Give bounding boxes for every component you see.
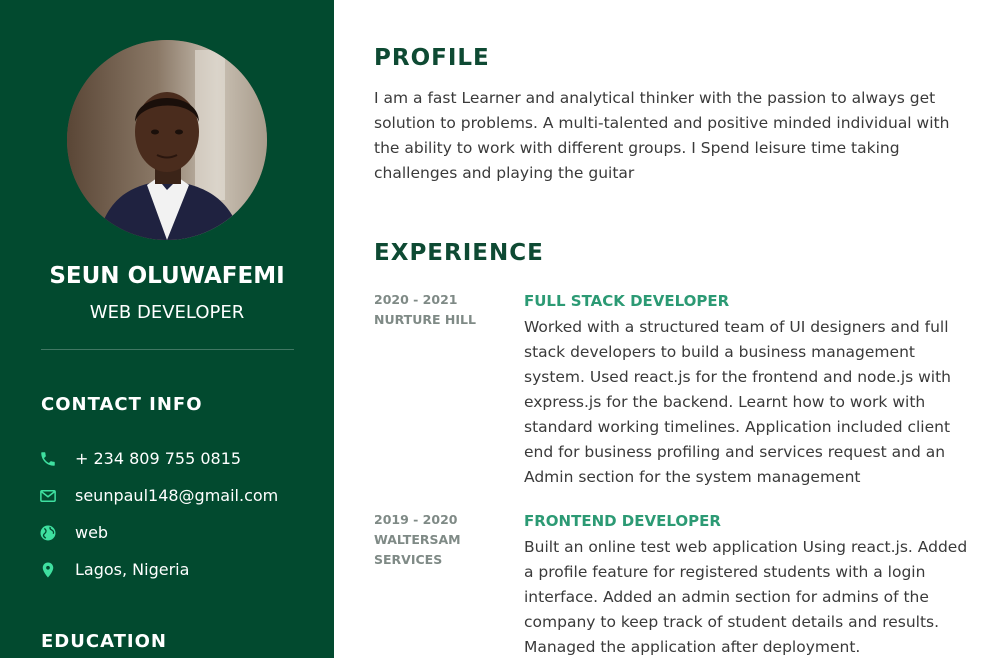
phone-icon [38, 449, 58, 469]
mail-icon [38, 486, 58, 506]
education-heading: EDUCATION [41, 631, 167, 652]
contact-item-location: Lagos, Nigeria [38, 551, 328, 588]
experience-heading: EXPERIENCE [374, 240, 544, 266]
contact-email-text[interactable]: seunpaul148@gmail.com [75, 486, 278, 505]
experience-period: 2019 - 2020 [374, 512, 458, 527]
profile-photo [67, 40, 267, 240]
experience-period: 2020 - 2021 [374, 292, 458, 307]
contact-item-web: web [38, 514, 328, 551]
experience-body: FULL STACK DEVELOPER Worked with a struc… [524, 290, 974, 490]
experience-meta: 2020 - 2021 NURTURE HILL [374, 290, 514, 330]
experience-title: FULL STACK DEVELOPER [524, 292, 730, 310]
experience-meta: 2019 - 2020 WALTERSAM SERVICES [374, 510, 484, 570]
profile-heading: PROFILE [374, 45, 490, 71]
experience-company: WALTERSAM SERVICES [374, 532, 461, 567]
experience-body: FRONTEND DEVELOPER Built an online test … [524, 510, 974, 658]
contact-web-text[interactable]: web [75, 523, 108, 542]
profile-text: I am a fast Learner and analytical think… [374, 89, 950, 182]
experience-company: NURTURE HILL [374, 312, 476, 327]
contact-item-phone: + 234 809 755 0815 [38, 440, 328, 477]
person-role: WEB DEVELOPER [89, 302, 245, 323]
sidebar: SEUN OLUWAFEMI WEB DEVELOPER CONTACT INF… [0, 0, 334, 658]
contact-info-heading: CONTACT INFO [41, 394, 203, 415]
experience-title: FRONTEND DEVELOPER [524, 512, 721, 530]
person-name: SEUN OLUWAFEMI [49, 263, 285, 289]
sidebar-divider [41, 349, 294, 350]
experience-description: Worked with a structured team of UI desi… [524, 318, 952, 486]
contact-location-text: Lagos, Nigeria [75, 560, 190, 579]
contact-phone-text: + 234 809 755 0815 [75, 449, 242, 468]
contact-list: + 234 809 755 0815 seunpaul148@gmail.com… [38, 440, 328, 588]
main-content: PROFILE I am a fast Learner and analytic… [374, 0, 974, 658]
contact-item-email: seunpaul148@gmail.com [38, 477, 328, 514]
location-pin-icon [38, 560, 58, 580]
experience-description: Built an online test web application Usi… [524, 538, 968, 656]
globe-icon [38, 523, 58, 543]
